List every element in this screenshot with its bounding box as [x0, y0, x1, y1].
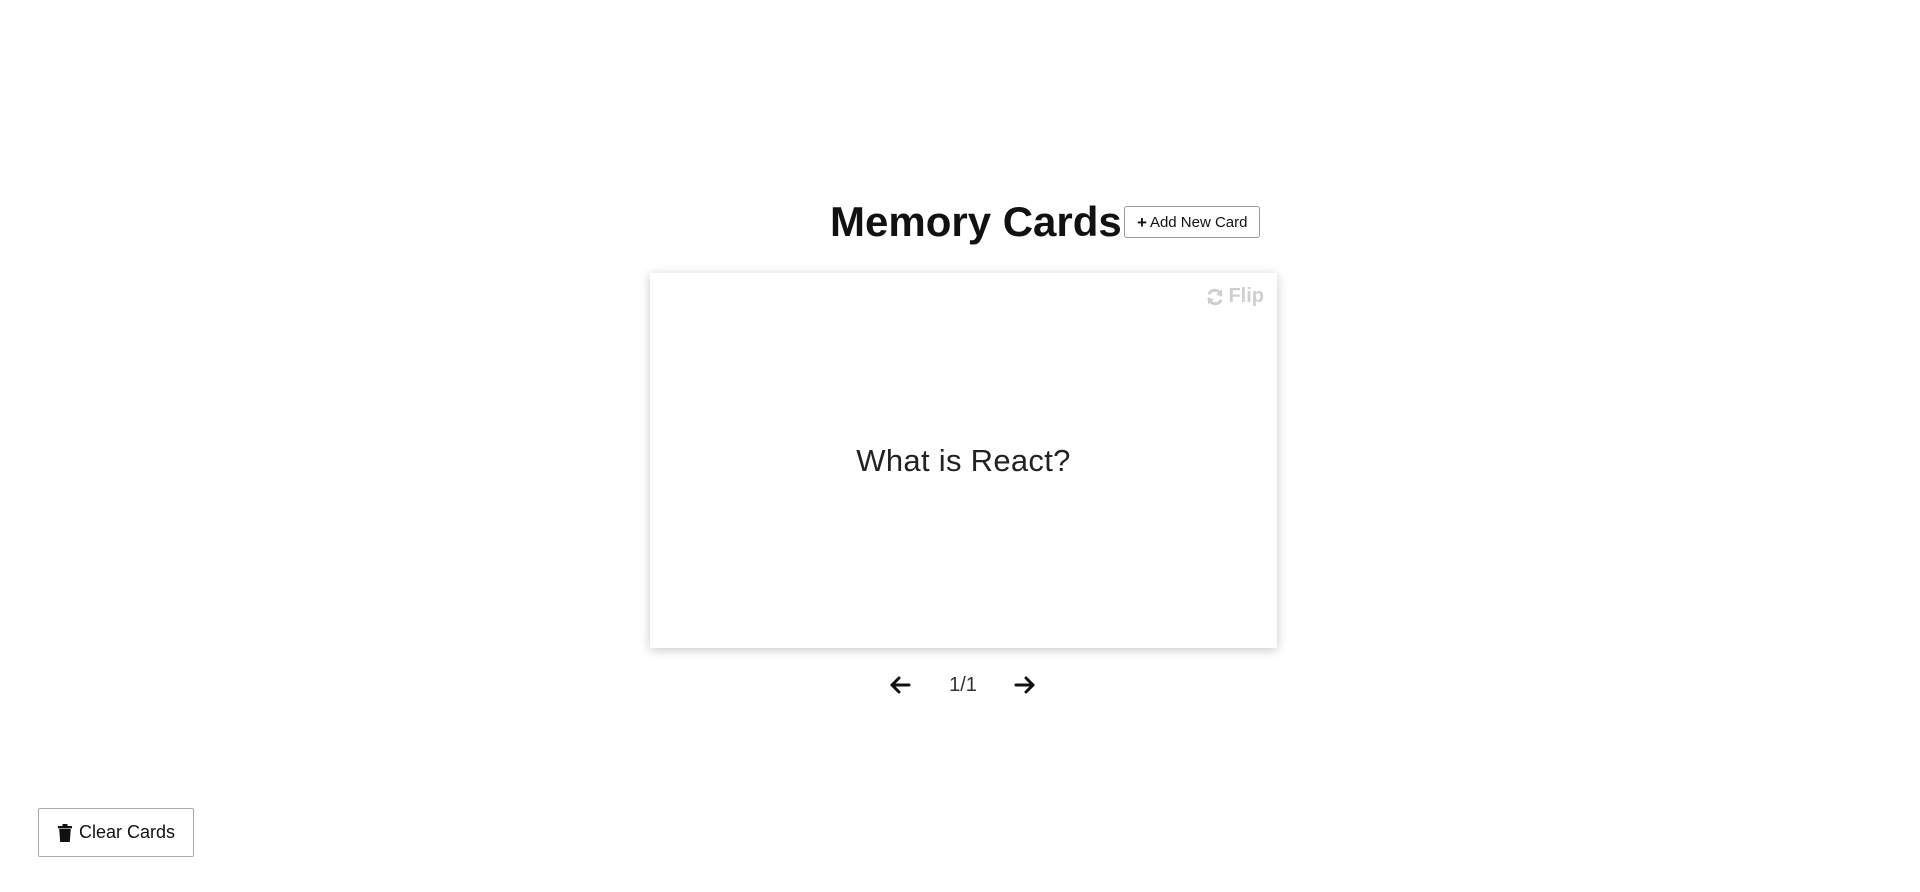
clear-cards-label: Clear Cards	[79, 822, 176, 842]
next-card-button[interactable]	[1011, 672, 1039, 700]
arrow-left-icon	[889, 675, 911, 698]
add-new-card-label: Add New Card	[1149, 213, 1248, 231]
trash-icon	[57, 823, 73, 842]
clear-cards-button[interactable]: Clear Cards	[38, 808, 195, 857]
previous-card-button[interactable]	[886, 672, 914, 700]
memory-card[interactable]: Flip What is React?	[650, 273, 1277, 648]
page-title: Memory Cards	[830, 198, 1122, 245]
header: Memory Cards + Add New Card	[0, 196, 1920, 252]
arrow-right-icon	[1014, 675, 1036, 698]
card-counter: 1/1	[949, 674, 977, 696]
card-question: What is React?	[856, 442, 1071, 478]
card-navigation: 1/1	[0, 668, 1920, 704]
plus-icon: +	[1137, 212, 1147, 232]
memory-cards-page: Memory Cards + Add New Card Flip What is…	[0, 0, 1920, 892]
add-new-card-button[interactable]: + Add New Card	[1124, 206, 1261, 238]
